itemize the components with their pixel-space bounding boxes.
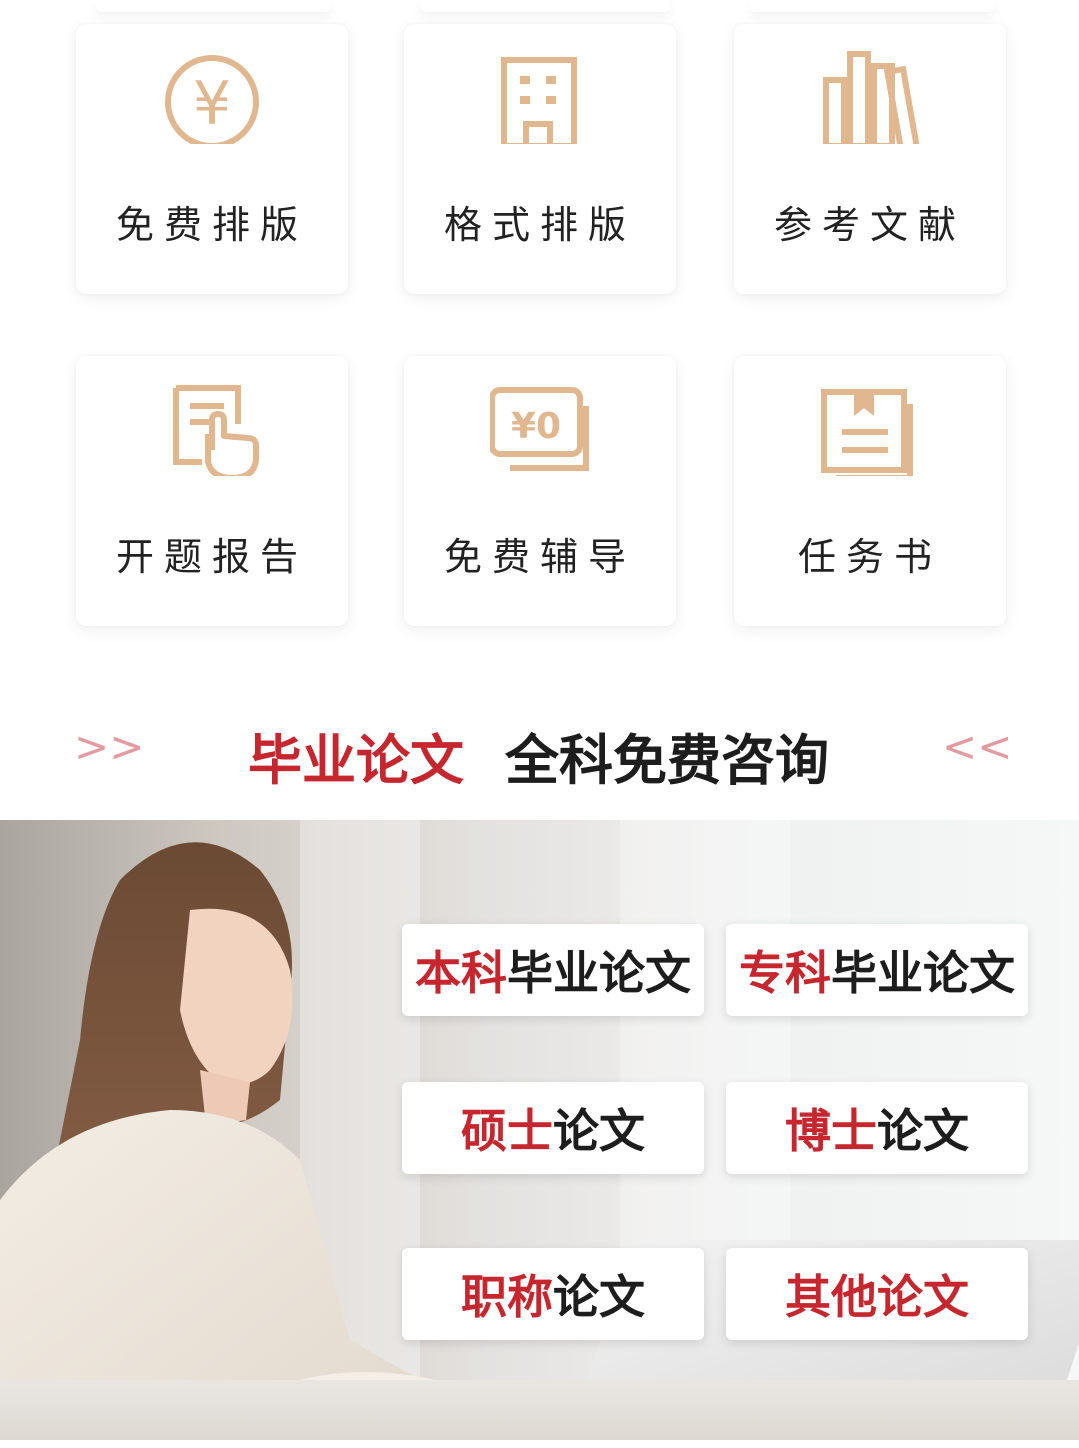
books-icon [823,51,920,144]
service-card-free-tutoring[interactable]: ¥0 免费辅导 [404,356,676,626]
category-text: 论文 [877,1104,969,1158]
service-card-references[interactable]: 参考文献 [734,24,1006,294]
heading-text: 全科免费咨询 [505,729,829,792]
service-label: 格式排版 [443,203,636,247]
service-card-format-typesetting[interactable]: 格式排版 [404,24,676,294]
card-edge [96,0,330,12]
category-junior-college-thesis[interactable]: 专科 毕业论文 [726,924,1028,1016]
double-chevron-left-icon: << [942,722,1013,771]
consultation-banner: 本科 毕业论文 专科 毕业论文 硕士 论文 博士 论文 职称 论文 其他论文 [0,820,1079,1440]
category-highlight: 职称 [461,1270,553,1324]
category-master-thesis[interactable]: 硕士 论文 [402,1082,704,1174]
document-hand-icon [173,385,259,476]
building-icon [501,57,577,144]
card-edge [420,0,670,12]
category-text: 毕业论文 [831,946,1015,1000]
category-other-thesis[interactable]: 其他论文 [726,1248,1028,1340]
svg-text:¥0: ¥0 [511,406,561,447]
service-label: 参考文献 [773,203,966,247]
category-highlight: 博士 [785,1104,877,1158]
service-card-task-book[interactable]: 任务书 [734,356,1006,626]
service-label: 免费排版 [115,203,308,247]
double-chevron-right-icon: >> [74,722,145,771]
category-highlight: 本科 [415,946,507,1000]
service-label: 任务书 [797,535,942,579]
service-label: 免费辅导 [443,535,636,579]
category-doctoral-thesis[interactable]: 博士 论文 [726,1082,1028,1174]
bookmark-document-icon [821,389,913,476]
heading-highlight: 毕业论文 [248,729,464,792]
yen-coin-icon: ¥ [165,55,259,144]
svg-text:¥: ¥ [193,69,231,139]
category-professional-title-thesis[interactable]: 职称 论文 [402,1248,704,1340]
section-heading: >> 毕业论文 全科免费咨询 << [0,700,1079,800]
free-ticket-icon: ¥0 [490,387,589,471]
category-text: 毕业论文 [507,946,691,1000]
service-card-free-typesetting[interactable]: ¥ 免费排版 [76,24,348,294]
category-highlight: 其他论文 [785,1270,969,1324]
category-highlight: 专科 [739,946,831,1000]
service-card-proposal-report[interactable]: 开题报告 [76,356,348,626]
category-undergraduate-thesis[interactable]: 本科 毕业论文 [402,924,704,1016]
category-text: 论文 [553,1104,645,1158]
previous-cards-edge [0,0,1079,14]
category-text: 论文 [553,1270,645,1324]
desk [0,1380,1079,1440]
card-edge [750,0,994,12]
category-highlight: 硕士 [461,1104,553,1158]
service-label: 开题报告 [115,535,308,579]
